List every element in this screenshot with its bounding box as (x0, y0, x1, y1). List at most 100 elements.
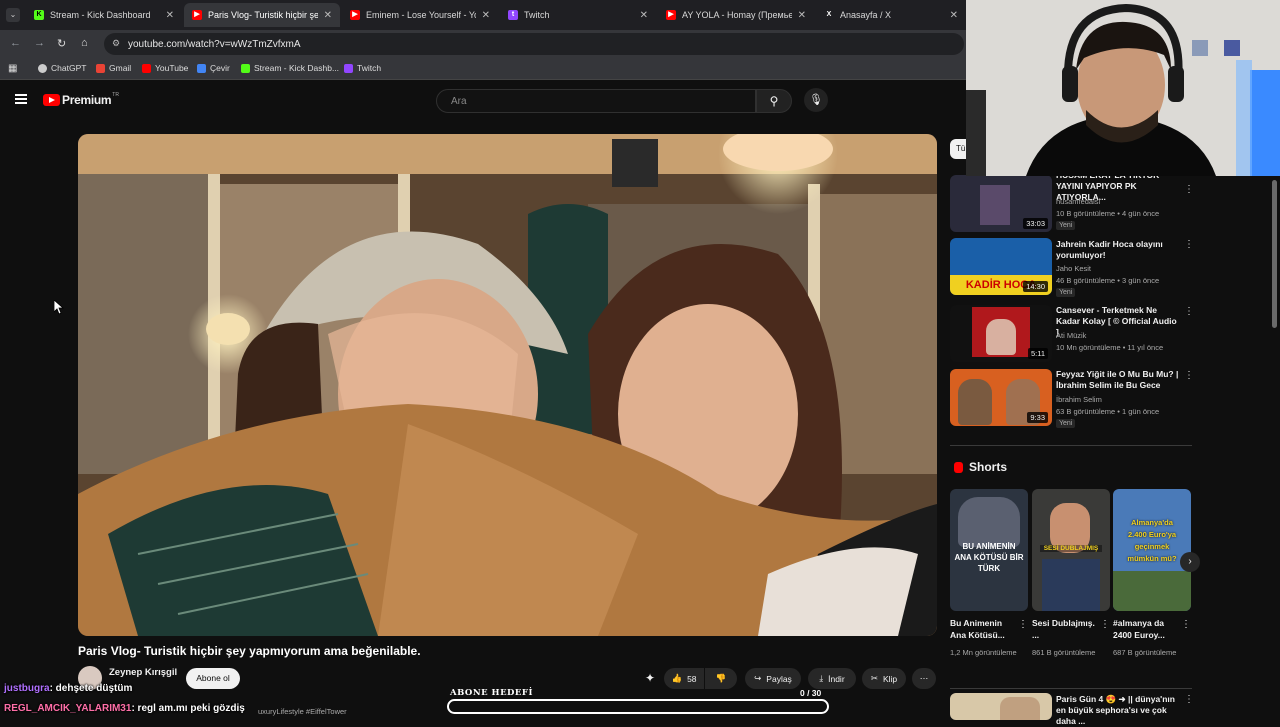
more-options-icon[interactable]: ⋮ (1184, 370, 1194, 381)
bookmark-gmail[interactable]: Gmail (96, 63, 131, 73)
share-button[interactable]: ↪ Paylaş (745, 668, 801, 689)
close-icon[interactable]: ✕ (798, 10, 806, 21)
video-thumbnail[interactable]: KADİR HOCA 14:30 (950, 238, 1052, 295)
video-player[interactable] (78, 134, 937, 636)
download-button[interactable]: ⤓ İndir (808, 668, 856, 689)
reload-icon[interactable]: ↻ (57, 37, 66, 50)
x-icon: X (824, 10, 834, 20)
home-icon[interactable]: ⌂ (81, 37, 88, 49)
video-duration: 9:33 (1027, 412, 1048, 423)
close-icon[interactable]: ✕ (950, 10, 958, 21)
youtube-header: Premium TR Ara ⚲ 🎙 (0, 84, 966, 120)
youtube-icon: ▶ (350, 10, 360, 20)
video-duration: 14:30 (1023, 281, 1048, 292)
subscribe-button[interactable]: Abone ol (186, 668, 240, 689)
channel-name[interactable]: husamfedaisi (1056, 197, 1100, 206)
related-video[interactable]: 33:03 HÜSAM EKAT LA TIKTOK YAYINI YAPIYO… (950, 170, 1194, 232)
short-title[interactable]: #almanya da 2400 Euroy... (1113, 617, 1177, 641)
browser-toolbar: ← → ↻ ⌂ ⚙ youtube.com/watch?v=wWzTmZvfxm… (0, 30, 966, 58)
close-icon[interactable]: ✕ (166, 10, 174, 21)
tab-eminem[interactable]: ▶ Eminem - Lose Yourself - YouT ✕ (342, 3, 498, 27)
video-thumbnail[interactable] (950, 693, 1052, 720)
hype-icon[interactable]: ✦ (645, 671, 655, 685)
video-title[interactable]: Jahrein Kadir Hoca olayını yorumluyor! (1056, 239, 1180, 261)
more-options-icon[interactable]: ⋮ (1018, 619, 1028, 630)
video-hashtags[interactable]: uxuryLifestyle #EiffelTower (258, 707, 347, 716)
tab-search-button[interactable]: ⌄ (6, 8, 20, 22)
voice-search-button[interactable]: 🎙 (804, 88, 828, 112)
video-thumbnail[interactable]: 33:03 (950, 175, 1052, 232)
short-thumbnail[interactable]: Almanya'da 2.400 Euro'ya geçinmek mümkün… (1113, 489, 1191, 611)
new-badge: Yeni (1056, 419, 1076, 428)
more-options-icon[interactable]: ⋮ (1181, 619, 1191, 630)
video-thumbnail[interactable]: 9:33 (950, 369, 1052, 426)
bookmark-chatgpt[interactable]: ChatGPT (38, 63, 86, 73)
thumbs-up-icon: 👍 (671, 673, 683, 683)
short-overlay-text: Almanya'da 2.400 Euro'ya geçinmek mümkün… (1127, 518, 1177, 563)
forward-icon[interactable]: → (34, 37, 45, 49)
more-options-icon[interactable]: ⋮ (1184, 694, 1194, 705)
video-title: Paris Vlog- Turistik hiçbir şey yapmıyor… (78, 644, 421, 658)
related-video[interactable]: KADİR HOCA 14:30 Jahrein Kadir Hoca olay… (950, 238, 1194, 300)
tab-twitch[interactable]: t Twitch ✕ (500, 3, 656, 27)
more-options-icon[interactable]: ⋮ (1184, 184, 1194, 195)
chat-text: : dehşete düştüm (49, 683, 133, 694)
goal-count: 0 / 30 (800, 688, 822, 698)
bookmark-twitch[interactable]: Twitch (344, 63, 381, 73)
more-actions-button[interactable]: ⋯ (912, 668, 936, 689)
related-video[interactable]: 5:11 Cansever - Terketmek Ne Kadar Kolay… (950, 305, 1194, 363)
channel-name[interactable]: Zeynep Kırışgil (109, 667, 177, 678)
address-bar[interactable]: ⚙ youtube.com/watch?v=wWzTmZvfxmA (104, 33, 964, 55)
like-button[interactable]: 👍 58 (664, 668, 704, 689)
menu-icon[interactable] (15, 94, 27, 104)
short-title[interactable]: Sesi Dublajmış. ... (1032, 617, 1096, 641)
apps-icon[interactable]: ▦ (8, 63, 17, 74)
search-button[interactable]: ⚲ (756, 89, 792, 113)
close-icon[interactable]: ✕ (324, 10, 332, 21)
chat-message: justbugra: dehşete düştüm (4, 683, 132, 694)
back-icon[interactable]: ← (10, 37, 21, 49)
video-thumbnail[interactable]: 5:11 (950, 305, 1052, 362)
video-duration: 5:11 (1027, 348, 1048, 359)
short-item[interactable]: Almanya'da 2.400 Euro'ya geçinmek mümkün… (1113, 489, 1191, 657)
tab-x-home[interactable]: X Anasayfa / X ✕ (816, 3, 966, 27)
channel-name[interactable]: Jaho Kesit (1056, 264, 1091, 273)
mouse-cursor-icon (54, 300, 64, 315)
bookmark-kick[interactable]: Stream - Kick Dashb... (241, 63, 339, 73)
dislike-button[interactable]: 👎 (705, 668, 737, 689)
close-icon[interactable]: ✕ (640, 10, 648, 21)
filter-chip-all[interactable]: Tü (950, 139, 966, 159)
youtube-icon: ▶ (666, 10, 676, 20)
tab-kick-dashboard[interactable]: K Stream - Kick Dashboard ✕ (26, 3, 182, 27)
short-title[interactable]: Bu Animenin Ana Kötüsü... (950, 617, 1014, 641)
close-icon[interactable]: ✕ (482, 10, 490, 21)
video-title[interactable]: Paris Gün 4 😍 ➜ || dünya'nın en büyük se… (1056, 694, 1180, 727)
bookmark-cevir[interactable]: Çevir (197, 63, 230, 73)
bookmark-youtube[interactable]: YouTube (142, 63, 188, 73)
channel-name[interactable]: İbrahim Selim (1056, 395, 1102, 404)
more-options-icon[interactable]: ⋮ (1184, 306, 1194, 317)
tab-paris-vlog[interactable]: ▶ Paris Vlog- Turistik hiçbir şey ya ✕ (184, 3, 340, 27)
short-item[interactable]: BU ANİMENİN ANA KÖTÜSÜ BİR TÜRK Bu Anime… (950, 489, 1028, 657)
youtube-logo[interactable]: Premium TR (43, 92, 119, 107)
short-thumbnail[interactable]: SESİ DUBLAJMIŞ (1032, 489, 1110, 611)
scrollbar-thumb[interactable] (1272, 180, 1277, 328)
short-views: 687 B görüntüleme (1113, 648, 1177, 657)
related-video[interactable]: Paris Gün 4 😍 ➜ || dünya'nın en büyük se… (950, 693, 1194, 726)
channel-name[interactable]: Ati Müzik (1056, 331, 1086, 340)
webcam-image (966, 0, 1280, 176)
logo-text: Premium (62, 93, 112, 107)
new-badge: Yeni (1056, 288, 1076, 297)
shorts-next-button[interactable]: › (1180, 552, 1200, 572)
short-thumbnail[interactable]: BU ANİMENİN ANA KÖTÜSÜ BİR TÜRK (950, 489, 1028, 611)
related-video[interactable]: 9:33 Feyyaz Yiğit ile O Mu Bu Mu? | İbra… (950, 369, 1194, 431)
short-item[interactable]: SESİ DUBLAJMIŞ Sesi Dublajmış. ... 861 B… (1032, 489, 1110, 657)
search-icon: ⚲ (769, 94, 779, 108)
more-options-icon[interactable]: ⋮ (1100, 619, 1110, 630)
clip-button[interactable]: ✂ Klip (862, 668, 906, 689)
tab-ay-yola[interactable]: ▶ AY YOLA - Homay (Премьера ✕ (658, 3, 814, 27)
search-input[interactable]: Ara (436, 89, 756, 113)
more-options-icon[interactable]: ⋮ (1184, 239, 1194, 250)
site-info-icon[interactable]: ⚙ (112, 38, 120, 49)
video-title[interactable]: Feyyaz Yiğit ile O Mu Bu Mu? | İbrahim S… (1056, 369, 1180, 391)
